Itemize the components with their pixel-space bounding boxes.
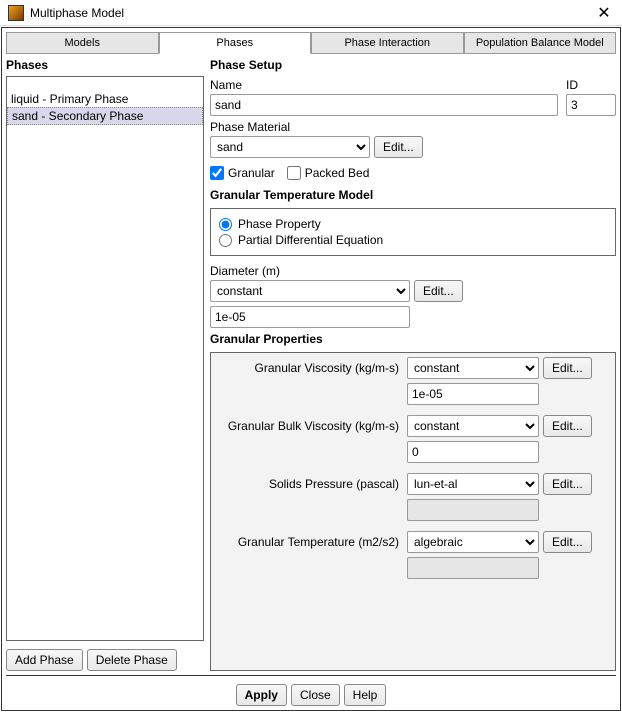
tab-phase-interaction[interactable]: Phase Interaction xyxy=(311,32,464,54)
tab-population-balance[interactable]: Population Balance Model xyxy=(464,32,617,54)
name-label: Name xyxy=(210,78,558,92)
phase-item-primary[interactable]: liquid - Primary Phase xyxy=(7,91,203,107)
packed-bed-checkbox[interactable] xyxy=(287,166,301,180)
close-button[interactable]: Close xyxy=(291,684,340,706)
granular-temperature-label: Granular Temperature (m2/s2) xyxy=(215,535,403,549)
granular-temp-model-group: Phase Property Partial Differential Equa… xyxy=(210,208,616,256)
granular-checkbox[interactable] xyxy=(210,166,224,180)
apply-button[interactable]: Apply xyxy=(236,684,287,706)
granular-properties-panel[interactable]: Granular Viscosity (kg/m-s) constant Edi… xyxy=(211,353,615,670)
granular-viscosity-value-input[interactable] xyxy=(407,383,539,405)
solids-pressure-select[interactable]: lun-et-al xyxy=(407,473,539,495)
app-icon xyxy=(8,5,24,21)
solids-pressure-value-input xyxy=(407,499,539,521)
solids-pressure-label: Solids Pressure (pascal) xyxy=(215,477,403,491)
granular-temp-model-heading: Granular Temperature Model xyxy=(210,188,616,202)
add-phase-button[interactable]: Add Phase xyxy=(6,649,83,671)
phase-list[interactable]: liquid - Primary Phase sand - Secondary … xyxy=(6,76,204,641)
packed-bed-checkbox-label[interactable]: Packed Bed xyxy=(287,166,370,180)
bulk-viscosity-label: Granular Bulk Viscosity (kg/m-s) xyxy=(215,419,403,433)
window-title: Multiphase Model xyxy=(30,6,594,20)
granular-viscosity-edit-button[interactable]: Edit... xyxy=(543,357,592,379)
phase-material-select[interactable]: sand xyxy=(210,136,370,158)
granular-viscosity-label: Granular Viscosity (kg/m-s) xyxy=(215,361,403,375)
delete-phase-button[interactable]: Delete Phase xyxy=(87,649,177,671)
title-bar: Multiphase Model ✕ xyxy=(0,0,622,26)
radio-phase-property[interactable] xyxy=(219,218,232,231)
diameter-label: Diameter (m) xyxy=(210,264,616,278)
phase-material-edit-button[interactable]: Edit... xyxy=(374,136,423,158)
diameter-edit-button[interactable]: Edit... xyxy=(414,280,463,302)
diameter-value-input[interactable] xyxy=(210,306,410,328)
id-label: ID xyxy=(566,78,616,92)
phases-heading: Phases xyxy=(6,58,204,72)
diameter-select[interactable]: constant xyxy=(210,280,410,302)
phase-material-label: Phase Material xyxy=(210,120,616,134)
solids-pressure-edit-button[interactable]: Edit... xyxy=(543,473,592,495)
id-input[interactable] xyxy=(566,94,616,116)
tab-phases[interactable]: Phases xyxy=(159,32,312,54)
granular-temperature-value-input xyxy=(407,557,539,579)
main-tabs: Models Phases Phase Interaction Populati… xyxy=(6,32,616,54)
phase-setup-heading: Phase Setup xyxy=(210,58,616,72)
bulk-viscosity-select[interactable]: constant xyxy=(407,415,539,437)
tab-models[interactable]: Models xyxy=(6,32,159,54)
phase-item-secondary[interactable]: sand - Secondary Phase xyxy=(7,107,203,125)
granular-temperature-select[interactable]: algebraic xyxy=(407,531,539,553)
name-input[interactable] xyxy=(210,94,558,116)
granular-properties-heading: Granular Properties xyxy=(210,332,616,346)
close-icon[interactable]: ✕ xyxy=(594,3,614,23)
help-button[interactable]: Help xyxy=(344,684,387,706)
dialog-buttons: Apply Close Help xyxy=(6,675,616,706)
granular-viscosity-select[interactable]: constant xyxy=(407,357,539,379)
granular-checkbox-label[interactable]: Granular xyxy=(210,166,275,180)
bulk-viscosity-value-input[interactable] xyxy=(407,441,539,463)
radio-pde[interactable] xyxy=(219,234,232,247)
granular-temperature-edit-button[interactable]: Edit... xyxy=(543,531,592,553)
bulk-viscosity-edit-button[interactable]: Edit... xyxy=(543,415,592,437)
